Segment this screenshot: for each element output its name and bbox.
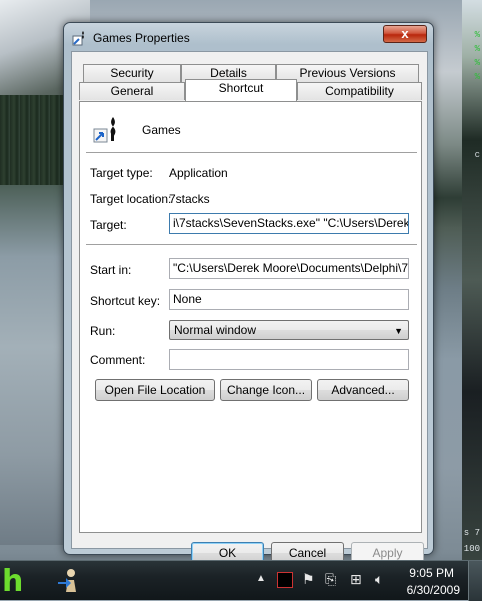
tab-label: Details [210,66,247,80]
run-select[interactable]: Normal window ▼ [169,320,409,340]
start-in-label: Start in: [90,263,132,277]
properties-dialog: Games Properties x Security Details Prev… [63,22,434,564]
run-select-value: Normal window [174,323,257,337]
tab-shortcut[interactable]: Shortcut [185,79,297,101]
close-icon: x [401,26,409,41]
target-type-label: Target type: [90,166,153,180]
tab-general[interactable]: General [79,82,185,100]
target-label: Target: [90,218,127,232]
divider [86,152,417,153]
shortcut-icon [72,30,88,46]
chess-pawn-icon[interactable] [55,567,83,595]
run-label: Run: [90,324,116,338]
taskbar: h ▲ ⚑ ⎘ ⊞ 🔈︎ 9:05 PM 6/30/2009 [0,560,482,601]
close-button[interactable]: x [383,25,427,43]
dialog-client-area: Security Details Previous Versions Gener… [71,51,428,564]
comment-input[interactable] [169,349,409,370]
show-hidden-icons-icon[interactable]: ▲ [256,573,266,584]
chevron-down-icon: ▼ [394,326,403,336]
tab-security[interactable]: Security [83,64,181,82]
start-button[interactable]: h [2,564,23,599]
desktop-gadget: % % % % c s 7 100 [462,0,482,560]
shortcut-key-input[interactable]: None [169,289,409,310]
target-type-value: Application [169,166,228,180]
target-location-value: 7stacks [169,192,210,206]
clock-date[interactable]: 6/30/2009 [407,583,460,597]
gadget-text: % [474,58,480,68]
desktop-wallpaper-forest [0,95,70,185]
gadget-text: c [474,150,480,160]
desktop-wallpaper-lake [0,185,70,545]
volume-icon[interactable]: 🔈︎ [375,571,383,588]
action-center-flag-icon[interactable]: ⚑ [302,571,315,588]
spade-shortcut-icon [91,115,123,147]
gadget-text: % [474,30,480,40]
title-bar[interactable]: Games Properties x [64,23,433,51]
clock-time[interactable]: 9:05 PM [409,566,454,580]
gadget-text: s 7 [463,528,480,538]
open-file-location-button[interactable]: Open File Location [95,379,215,401]
tab-label: General [110,84,154,98]
gadget-text: % [474,44,480,54]
tab-label: Compatibility [325,84,394,98]
window-title: Games Properties [93,31,190,45]
shortcut-key-label: Shortcut key: [90,294,161,308]
target-location-label: Target location: [90,192,172,206]
target-input[interactable]: i\7stacks\SevenStacks.exe" "C:\Users\Der… [169,213,409,234]
tray-app-icon[interactable] [277,572,293,588]
shortcut-name: Games [142,123,181,137]
start-in-input[interactable]: "C:\Users\Derek Moore\Documents\Delphi\7… [169,258,409,279]
change-icon-button[interactable]: Change Icon... [220,379,312,401]
tab-compatibility[interactable]: Compatibility [297,82,422,100]
network-icon[interactable]: ⊞ [350,571,362,588]
show-desktop-button[interactable] [468,561,482,601]
tab-previous-versions[interactable]: Previous Versions [276,64,419,82]
shortcut-tab-panel: Games Target type: Application Target lo… [79,101,422,533]
comment-label: Comment: [90,353,146,367]
gadget-text: 100 [463,544,480,554]
divider [86,244,417,245]
advanced-button[interactable]: Advanced... [317,379,409,401]
tab-label: Previous Versions [299,66,396,80]
gadget-text: % [474,72,480,82]
tab-label: Security [110,66,154,80]
tab-label: Shortcut [218,81,264,95]
safely-remove-hardware-icon[interactable]: ⎘ [325,571,336,588]
